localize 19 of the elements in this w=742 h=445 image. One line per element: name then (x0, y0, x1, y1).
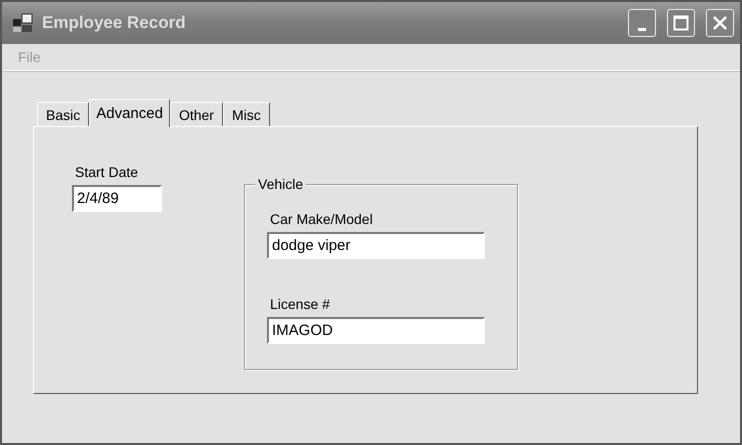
minimize-button[interactable] (628, 9, 656, 37)
tab[interactable]: Advanced (89, 99, 170, 127)
maximize-button[interactable] (667, 9, 695, 37)
text-field[interactable]: IMAGOD (267, 317, 485, 344)
maximize-icon (673, 15, 689, 31)
window-icon (12, 13, 34, 33)
field-label: License # (269, 296, 331, 312)
close-button[interactable] (706, 9, 734, 37)
field-label: Start Date (74, 164, 140, 180)
group-title: Vehicle (255, 176, 306, 192)
tab[interactable]: Basic (37, 102, 90, 126)
tab[interactable]: Misc (222, 102, 270, 126)
tab[interactable]: Other (170, 102, 223, 126)
window-title: Employee Record (42, 13, 187, 33)
field-label: Car Make/Model (269, 211, 374, 227)
minimize-icon (638, 28, 646, 30)
text-field[interactable]: dodge viper (267, 232, 485, 259)
close-icon (712, 15, 728, 31)
text-field[interactable]: 2/4/89 (72, 185, 162, 212)
